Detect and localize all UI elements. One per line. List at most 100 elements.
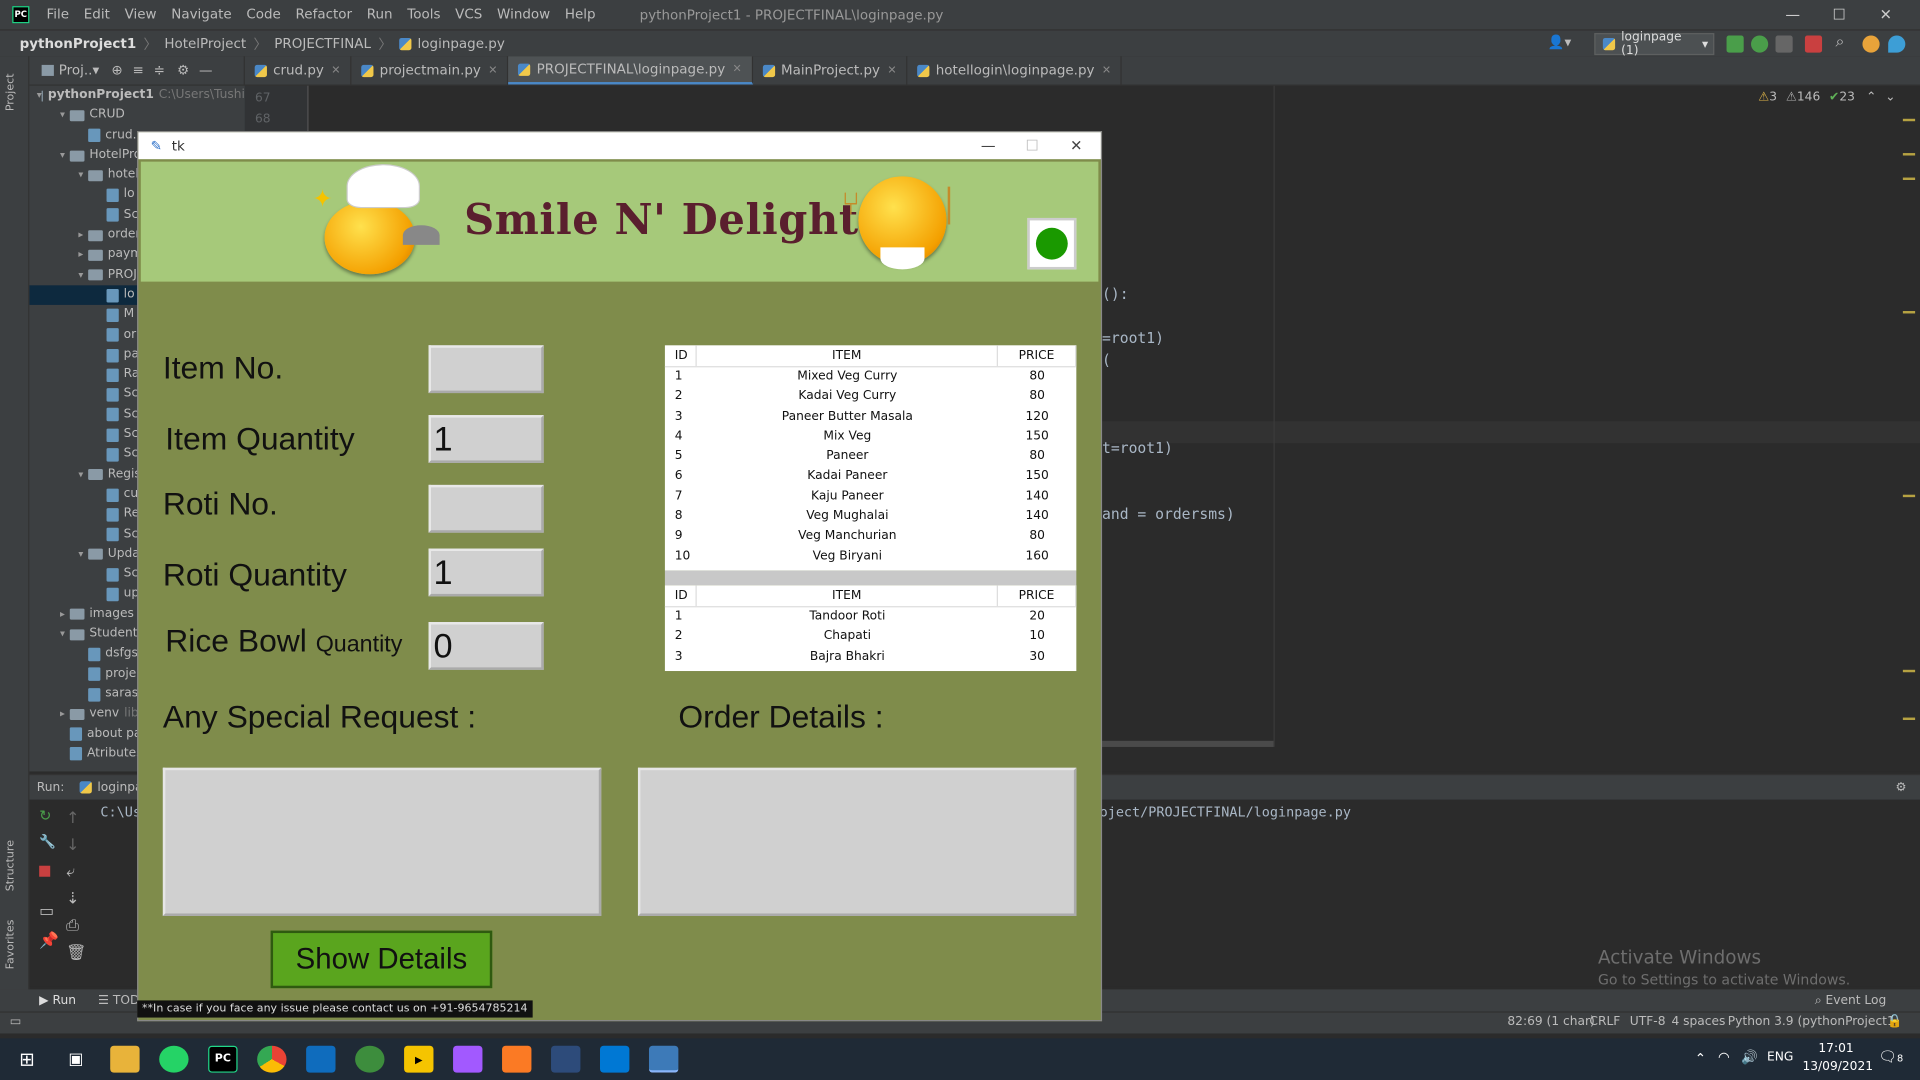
file-tab[interactable]: projectmain.py ✕ <box>352 56 509 85</box>
chevron-down-icon[interactable]: ▾ <box>55 625 70 645</box>
debug-icon[interactable] <box>1751 35 1769 53</box>
soft-wrap-icon[interactable]: ⤶ <box>66 863 75 881</box>
clock-time[interactable]: 17:01 <box>1818 1042 1853 1055</box>
language-indicator[interactable]: ENG <box>1767 1051 1793 1064</box>
wrench-icon[interactable]: 🔧 <box>39 834 56 850</box>
close-tab-icon[interactable]: ✕ <box>887 64 896 76</box>
search-icon[interactable]: ⌕ <box>1836 33 1845 51</box>
chevron-down-icon[interactable]: ▾ <box>55 146 70 166</box>
file-tab[interactable]: hotellogin\loginpage.py ✕ <box>908 56 1123 85</box>
print-icon[interactable]: ⎙ <box>66 917 79 935</box>
chevron-down-icon[interactable]: ▾ <box>73 166 88 186</box>
stop-icon[interactable] <box>39 865 51 877</box>
minimize-button[interactable]: — <box>1769 0 1816 29</box>
project-tool-button[interactable]: Project <box>5 73 17 111</box>
indent-setting[interactable]: 4 spaces <box>1671 1015 1725 1028</box>
horizontal-scrollbar[interactable] <box>1102 740 1274 747</box>
menu-file[interactable]: File <box>39 0 76 29</box>
chevron-up-icon[interactable]: ⌃ <box>1866 91 1876 104</box>
rerun-icon[interactable]: ↻ <box>39 807 51 824</box>
chevron-down-icon[interactable]: ▾ <box>73 465 88 485</box>
structure-tool-button[interactable]: Structure <box>5 840 17 891</box>
chrome-icon[interactable] <box>257 1045 287 1073</box>
show-details-button[interactable]: Show Details <box>270 930 493 989</box>
table-row[interactable]: 1 Mixed Veg Curry 80 <box>665 367 1076 387</box>
menu-help[interactable]: Help <box>558 0 603 29</box>
close-button[interactable]: ✕ <box>1862 0 1909 29</box>
rice-quantity-input[interactable]: 0 <box>428 622 544 670</box>
column-header-price[interactable]: PRICE <box>998 345 1077 367</box>
expand-icon[interactable]: ≡ <box>133 62 144 78</box>
layout-icon[interactable]: ▭ <box>39 902 54 920</box>
volume-icon[interactable]: 🔊 <box>1741 1049 1758 1065</box>
menu-vcs[interactable]: VCS <box>448 0 490 29</box>
chevron-down-icon[interactable]: ▾ <box>73 545 88 565</box>
close-tab-icon[interactable]: ✕ <box>733 63 742 75</box>
table-row[interactable]: 2 Kadai Veg Curry 80 <box>665 387 1076 407</box>
vscode-icon[interactable] <box>600 1045 630 1073</box>
breadcrumb-project[interactable]: pythonProject1 <box>20 36 144 52</box>
inspection-widget[interactable]: ⚠3 ⚠146 ✔23 ⌃ ⌄ <box>1758 91 1895 104</box>
run-tool-button[interactable]: ▶ Run <box>39 994 76 1007</box>
panel-toggle-icon[interactable]: ▭ <box>10 1015 22 1028</box>
pycharm-icon[interactable]: PC <box>208 1045 238 1073</box>
tree-item[interactable]: ▾ pythonProject1 C:\Users\Tushi <box>29 86 245 106</box>
table-row[interactable]: 10 Veg Biryani 160 <box>665 547 1076 567</box>
breadcrumb-projectfinal[interactable]: PROJECTFINAL <box>274 36 378 52</box>
chevron-down-icon[interactable]: ▾ <box>73 265 88 285</box>
gear-icon[interactable]: ⚙ <box>177 62 189 78</box>
stop-icon[interactable] <box>1804 35 1823 53</box>
app-icon[interactable] <box>355 1045 385 1073</box>
chevron-right-icon[interactable]: ▸ <box>73 245 88 265</box>
tree-item[interactable]: ▾ CRUD <box>29 106 245 126</box>
favorites-tool-button[interactable]: Favorites <box>5 920 17 970</box>
locate-icon[interactable]: ⊕ <box>111 62 122 78</box>
ide-icon[interactable] <box>551 1045 581 1073</box>
tk-titlebar[interactable]: ✎ tk — ☐ ✕ <box>138 132 1101 160</box>
roti-quantity-input[interactable]: 1 <box>428 548 544 597</box>
menu-navigate[interactable]: Navigate <box>164 0 239 29</box>
menu-refactor[interactable]: Refactor <box>288 0 359 29</box>
maximize-button[interactable]: ☐ <box>1816 0 1863 29</box>
table-row[interactable]: 2 Chapati 10 <box>665 627 1076 647</box>
close-tab-icon[interactable]: ✕ <box>1102 64 1111 76</box>
store-icon[interactable] <box>306 1045 336 1073</box>
roti-no-input[interactable] <box>428 484 544 533</box>
figma-icon[interactable] <box>453 1045 483 1073</box>
column-header-price[interactable]: PRICE <box>998 585 1077 607</box>
xampp-icon[interactable] <box>502 1045 532 1073</box>
coverage-icon[interactable] <box>1775 35 1793 53</box>
breadcrumb-hotelproject[interactable]: HotelProject <box>164 36 253 52</box>
file-tab[interactable]: crud.py ✕ <box>245 56 352 85</box>
chevron-right-icon[interactable]: ▸ <box>55 605 70 625</box>
menu-view[interactable]: View <box>117 0 164 29</box>
line-separator[interactable]: CRLF <box>1589 1015 1620 1028</box>
run-config-select[interactable]: loginpage (1) ▾ <box>1594 31 1715 58</box>
wifi-icon[interactable]: ◠ <box>1718 1049 1730 1065</box>
file-encoding[interactable]: UTF-8 <box>1630 1015 1666 1028</box>
rerun-icon[interactable] <box>1726 35 1744 53</box>
file-explorer-icon[interactable] <box>110 1045 140 1073</box>
chevron-right-icon[interactable]: ▸ <box>73 225 88 245</box>
pin-icon[interactable]: 📌 <box>39 932 59 950</box>
table-row[interactable]: 3 Bajra Bhakri 30 <box>665 647 1076 667</box>
tk-maximize-button[interactable]: ☐ <box>1010 132 1054 159</box>
project-tool-header[interactable]: Proj.. ▾ ⊕ ≡ ≑ ⚙ — <box>0 56 245 85</box>
column-header-item[interactable]: ITEM <box>697 345 998 367</box>
status-button[interactable] <box>1027 217 1077 270</box>
item-quantity-input[interactable]: 1 <box>428 415 544 463</box>
chevron-down-icon[interactable]: ⌄ <box>1885 91 1895 104</box>
up-arrow-icon[interactable]: ↑ <box>66 809 79 827</box>
table-row[interactable]: 6 Kadai Paneer 150 <box>665 467 1076 487</box>
whatsapp-icon[interactable] <box>159 1045 189 1073</box>
event-log-button[interactable]: ⌕ Event Log <box>1815 994 1887 1007</box>
menu-tools[interactable]: Tools <box>400 0 448 29</box>
player-icon[interactable]: ▶ <box>404 1045 434 1073</box>
table-row[interactable]: 3 Paneer Butter Masala 120 <box>665 407 1076 427</box>
chevron-right-icon[interactable]: ▸ <box>55 704 70 724</box>
item-no-input[interactable] <box>428 345 544 394</box>
scroll-end-icon[interactable]: ⇣ <box>66 890 79 908</box>
down-arrow-icon[interactable]: ↓ <box>66 836 79 854</box>
task-view-icon[interactable]: ▣ <box>61 1046 90 1073</box>
menu-window[interactable]: Window <box>490 0 558 29</box>
